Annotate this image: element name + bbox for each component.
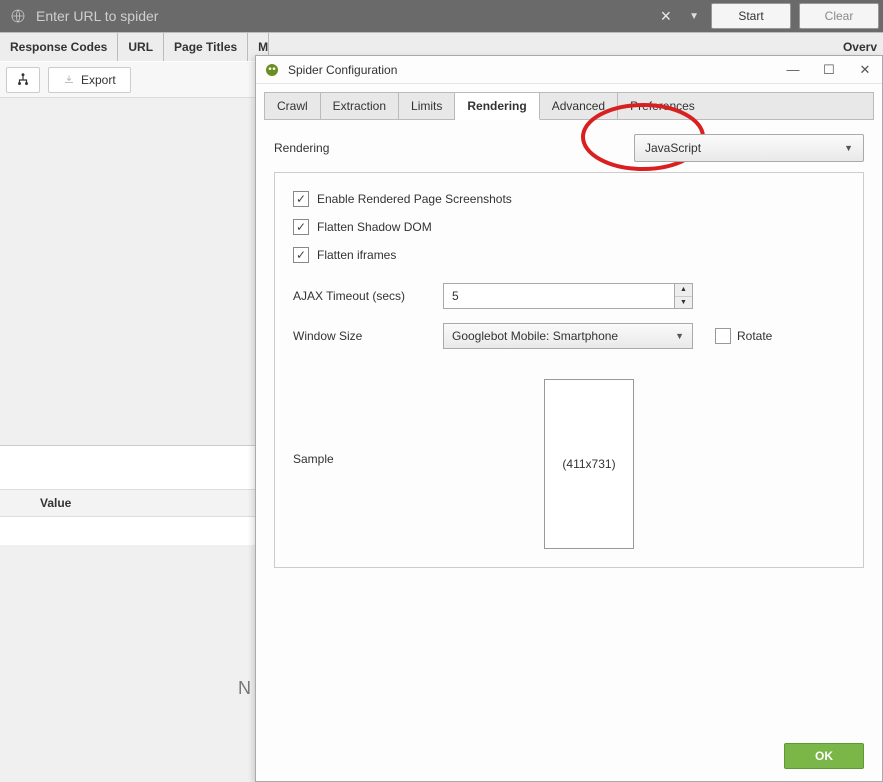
clear-url-icon[interactable]: × <box>651 6 682 27</box>
url-bar: × ▼ Start Clear <box>0 0 883 32</box>
rendering-label: Rendering <box>274 141 414 155</box>
minimize-icon[interactable]: — <box>784 62 802 78</box>
close-icon[interactable]: ✕ <box>856 62 874 78</box>
tab-response-codes[interactable]: Response Codes <box>0 33 118 61</box>
tab-page-titles[interactable]: Page Titles <box>164 33 248 61</box>
tab-limits[interactable]: Limits <box>399 93 455 119</box>
tab-crawl[interactable]: Crawl <box>265 93 321 119</box>
tab-advanced[interactable]: Advanced <box>540 93 618 119</box>
ajax-timeout-label: AJAX Timeout (secs) <box>293 289 433 303</box>
ajax-timeout-input[interactable] <box>444 284 674 308</box>
spider-config-dialog: Spider Configuration — ☐ ✕ Crawl Extract… <box>255 55 883 782</box>
ok-button[interactable]: OK <box>784 743 864 769</box>
dialog-body: Rendering JavaScript ▼ Enable Rendered P… <box>256 120 882 731</box>
globe-icon <box>6 4 30 28</box>
checkbox-iframes[interactable] <box>293 247 309 263</box>
start-button[interactable]: Start <box>711 3 791 29</box>
export-button[interactable]: Export <box>48 67 131 93</box>
export-label: Export <box>81 73 116 87</box>
window-size-label: Window Size <box>293 329 433 343</box>
ajax-timeout-spinner[interactable]: ▲ ▼ <box>443 283 693 309</box>
maximize-icon[interactable]: ☐ <box>820 62 838 78</box>
window-size-dropdown[interactable]: Googlebot Mobile: Smartphone ▼ <box>443 323 693 349</box>
dialog-titlebar: Spider Configuration — ☐ ✕ <box>256 56 882 84</box>
tab-url[interactable]: URL <box>118 33 164 61</box>
dialog-footer: OK <box>256 731 882 781</box>
tab-extraction[interactable]: Extraction <box>321 93 399 119</box>
rendering-value: JavaScript <box>645 141 701 155</box>
checkbox-screenshots-label: Enable Rendered Page Screenshots <box>317 192 512 206</box>
dialog-title: Spider Configuration <box>288 63 397 77</box>
checkbox-iframes-label: Flatten iframes <box>317 248 396 262</box>
checkbox-rotate[interactable] <box>715 328 731 344</box>
window-size-value: Googlebot Mobile: Smartphone <box>452 329 618 343</box>
dialog-tabs: Crawl Extraction Limits Rendering Advanc… <box>264 92 874 120</box>
chevron-down-icon: ▼ <box>675 331 684 341</box>
clear-button[interactable]: Clear <box>799 3 879 29</box>
spinner-up-icon[interactable]: ▲ <box>675 284 692 297</box>
checkbox-screenshots[interactable] <box>293 191 309 207</box>
chevron-down-icon: ▼ <box>844 143 853 153</box>
rendering-options-group: Enable Rendered Page Screenshots Flatten… <box>274 172 864 568</box>
sample-label: Sample <box>293 452 433 466</box>
sample-preview: (411x731) <box>544 379 634 549</box>
tab-preferences[interactable]: Preferences <box>618 93 873 119</box>
app-icon <box>264 62 280 78</box>
placeholder-letter: N <box>238 678 251 699</box>
spinner-down-icon[interactable]: ▼ <box>675 297 692 309</box>
url-dropdown-icon[interactable]: ▼ <box>681 11 707 22</box>
tab-rendering[interactable]: Rendering <box>455 93 539 120</box>
checkbox-shadow-label: Flatten Shadow DOM <box>317 220 432 234</box>
tree-view-button[interactable] <box>6 67 40 93</box>
sample-dimensions: (411x731) <box>562 457 615 471</box>
rotate-label: Rotate <box>737 329 772 343</box>
url-input[interactable] <box>36 8 651 24</box>
rendering-dropdown[interactable]: JavaScript ▼ <box>634 134 864 162</box>
checkbox-shadow-dom[interactable] <box>293 219 309 235</box>
